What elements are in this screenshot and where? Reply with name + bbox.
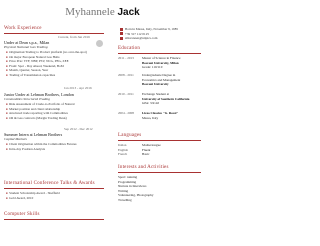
computer-rule xyxy=(4,219,104,220)
conference-rule xyxy=(4,188,104,189)
job-3-dates: Sep 2012 - Dec 2012 xyxy=(64,127,93,131)
job-2-bullet: Oil & Gas contracts (Margin Trading Desk… xyxy=(6,116,67,121)
cv-page: Myhannele Jack Born in Massa, Italy, Nov… xyxy=(0,0,205,246)
languages-rule xyxy=(118,140,201,141)
education-rule xyxy=(118,53,201,54)
birth-text: Born in Massa, Italy, November 9, 1985 xyxy=(125,27,178,31)
job-1-bullet: Trading of Transmission capacities xyxy=(6,73,55,78)
edu-3-dates: 2010 - 2011 xyxy=(118,92,134,96)
work-experience-title: Work Experience xyxy=(4,26,42,31)
edu-1-note: Grade: 110/110 xyxy=(142,65,163,69)
edu-4-dates: 2004 - 2008 xyxy=(118,111,134,115)
first-name: Myhannele xyxy=(65,6,115,18)
language-level: Basic xyxy=(142,152,150,156)
job-1-subtitle: Physical National Gas Trading xyxy=(4,45,48,49)
company-logo-icon xyxy=(96,40,103,47)
job-2-subtitle: Commodities Structured Trading xyxy=(4,97,50,101)
education-title: Education xyxy=(118,46,141,51)
job-2-dates: Jan 2013 - Apr 2016 xyxy=(64,86,92,90)
job-3-bullet: Intra-day Position Analysis xyxy=(6,147,45,152)
last-name: Jack xyxy=(117,7,140,18)
work-caption: Current, from Jun 2016 xyxy=(58,35,90,39)
computer-skills-title: Computer Skills xyxy=(4,212,40,217)
conference-talks-title: International Conference Talks & Awards xyxy=(4,181,95,186)
interests-title: Interests and Activities xyxy=(118,165,169,170)
edu-1-dates: 2011 - 2013 xyxy=(118,56,134,60)
edu-3-note: GPA: 3.9/4.0 xyxy=(142,101,160,105)
candidate-name: Myhannele Jack xyxy=(0,6,205,19)
phone-text: +39 317 112 0125 xyxy=(125,31,149,36)
email-info: silkvanzen@nitpics.com xyxy=(120,36,157,40)
work-rule xyxy=(4,33,104,34)
language-name: French xyxy=(118,152,128,156)
edu-2-note: Bocconi University xyxy=(142,82,169,86)
edu-4-school: Massa, Italy xyxy=(142,115,159,120)
location-icon xyxy=(120,27,123,31)
languages-title: Languages xyxy=(118,133,142,138)
email-link[interactable]: silkvanzen@nitpics.com xyxy=(125,36,157,40)
phone-icon xyxy=(120,32,123,36)
interest-item: Travelling xyxy=(118,197,132,202)
job-3-subtitle: Capital Markets xyxy=(4,137,27,141)
edu-2-dates: 2008 - 2011 xyxy=(118,73,134,77)
email-icon xyxy=(120,36,123,40)
interests-rule xyxy=(118,172,201,173)
award-item: Gold Award, 2010 xyxy=(6,196,33,201)
